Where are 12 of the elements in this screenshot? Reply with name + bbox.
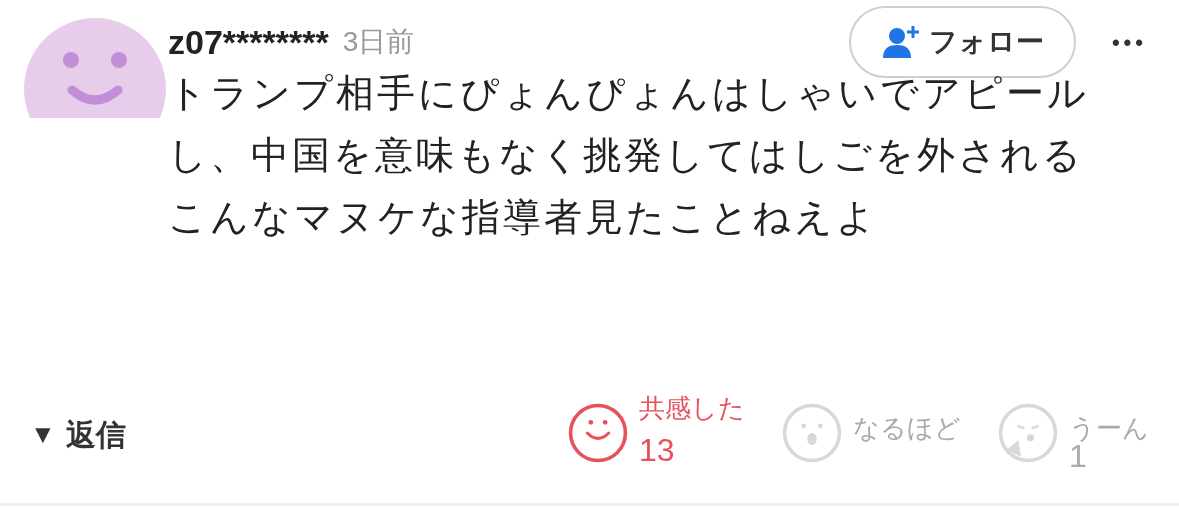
- timestamp: 3日前: [342, 25, 415, 59]
- frown-face-icon[interactable]: [997, 402, 1059, 464]
- username[interactable]: z07********: [168, 16, 329, 68]
- comment-text: こんなマヌケな指導者見たことねえよ: [168, 195, 879, 240]
- more-button[interactable]: •••: [1111, 25, 1147, 59]
- avatar-icon: [24, 18, 166, 118]
- reaction-count: 13: [639, 431, 676, 470]
- add-user-icon: [880, 24, 921, 60]
- smile-icon[interactable]: [567, 402, 629, 464]
- reaction-label[interactable]: 共感した: [639, 388, 745, 428]
- reply-toggle[interactable]: ▼ 返信: [30, 412, 126, 457]
- surprised-face-icon[interactable]: [781, 402, 843, 464]
